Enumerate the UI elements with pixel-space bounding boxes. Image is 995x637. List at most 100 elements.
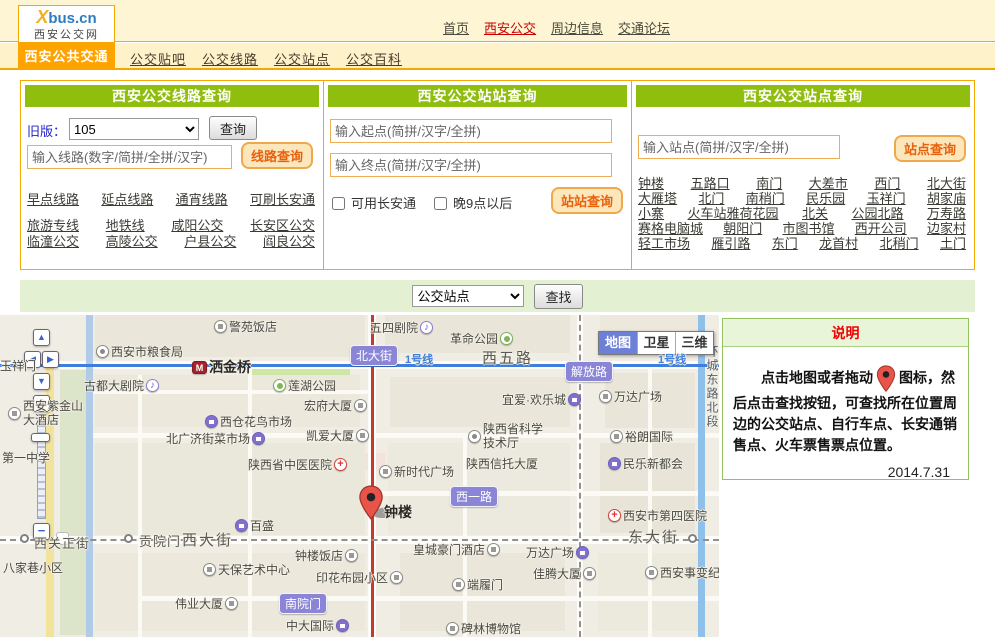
quick-link[interactable]: 户县公交 xyxy=(184,231,236,250)
gen-poi-icon xyxy=(452,578,465,591)
station-circle xyxy=(688,534,697,543)
quick-link[interactable]: 轻工市场 xyxy=(638,233,690,252)
quick-link[interactable]: 土门 xyxy=(940,233,966,252)
map-poi: 碑林博物馆 xyxy=(444,620,521,637)
quick-link[interactable]: 高陵公交 xyxy=(106,231,158,250)
map-poi-label: 万达广场 xyxy=(526,546,574,560)
top-nav-link[interactable]: 周边信息 xyxy=(551,21,603,36)
sub-nav-link[interactable]: 公交百科 xyxy=(346,52,402,67)
logo-buscn: bus.cn xyxy=(48,10,96,27)
zoom-slider-handle[interactable] xyxy=(31,433,50,442)
old-version-link[interactable]: 旧版： xyxy=(27,121,66,140)
stop-search-button[interactable]: 站点查询 xyxy=(894,135,966,162)
map-poi-label: 佳腾大厦 xyxy=(533,567,581,581)
line-select[interactable]: 105 xyxy=(69,118,199,140)
map-poi-label: 玉祥门 xyxy=(0,359,36,373)
line-search-button[interactable]: 线路查询 xyxy=(241,142,313,169)
top-nav-link[interactable]: 交通论坛 xyxy=(618,21,670,36)
road-name-badge: 南院门 xyxy=(279,593,327,614)
map-type-button[interactable]: 地图 xyxy=(599,332,637,354)
map-poi: 百盛 xyxy=(233,517,274,534)
site-logo[interactable]: Xbus.cn 西安公交网 xyxy=(18,5,115,43)
map-poi-label: 万达广场 xyxy=(614,390,662,404)
after-9pm-checkbox[interactable] xyxy=(434,197,447,210)
map-poi: 西仓花鸟市场 xyxy=(203,413,292,430)
map-toolbar: 公交站点 查找 xyxy=(20,280,975,312)
map-search-button[interactable]: 查找 xyxy=(534,284,582,309)
map-poi-label: 陕西信托大厦 xyxy=(466,457,538,471)
sub-nav-link[interactable]: 公交贴吧 xyxy=(130,52,186,67)
map-poi: 革命公园 xyxy=(450,330,515,347)
east-ring-road-label: 环城东路北段 xyxy=(704,345,719,429)
sub-nav-link[interactable]: 公交站点 xyxy=(274,52,330,67)
map-poi-label: 警苑饭店 xyxy=(229,320,277,334)
map-poi: 钟楼饭店 xyxy=(295,547,360,564)
sub-nav: 公交贴吧 公交线路 公交站点 公交百科 xyxy=(130,49,418,69)
map-poi-label: 洒金桥 xyxy=(209,359,251,375)
map-canvas[interactable]: 环城东路北段 ▲ ◀ ▶ ▼ + − 地图卫星三维 钟楼 警苑饭店五四剧院♪革命… xyxy=(0,315,719,637)
street-name: 西大街 xyxy=(182,529,233,550)
quick-link[interactable]: 东门 xyxy=(772,233,798,252)
stop-input[interactable] xyxy=(638,135,840,159)
pan-down-button[interactable]: ▼ xyxy=(33,373,50,390)
map-search-type-select[interactable]: 公交站点 xyxy=(412,285,524,307)
map-poi-label: 碑林博物馆 xyxy=(461,622,521,636)
map-poi: 伟业大厦 xyxy=(175,595,240,612)
panel-line-query: 西安公交线路查询 旧版： 105 查询 线路查询 早点线路 延点线路 通宵线路 可刷长… xyxy=(21,81,323,269)
after-9pm-label: 晚9点以后 xyxy=(453,196,512,211)
sub-nav-link[interactable]: 公交线路 xyxy=(202,52,258,67)
start-input[interactable] xyxy=(330,119,612,143)
pan-right-button[interactable]: ▶ xyxy=(42,351,59,368)
quick-link[interactable]: 北稍门 xyxy=(880,233,919,252)
map-poi: 陕西信托大厦 xyxy=(466,455,538,472)
map-poi: 莲湖公园 xyxy=(271,377,336,394)
quick-link[interactable]: 阎良公交 xyxy=(263,231,315,250)
shop-poi-icon xyxy=(336,619,349,632)
quick-link[interactable]: 临潼公交 xyxy=(27,231,79,250)
map-poi-label: 钟楼饭店 xyxy=(295,549,343,563)
road-name-badge: 北大街 xyxy=(350,345,398,366)
map-poi-label: 莲湖公园 xyxy=(288,379,336,393)
dot-poi-icon xyxy=(96,345,109,358)
tab-xian-public-transport[interactable]: 西安公共交通 xyxy=(18,43,115,70)
road-name-badge: 解放路 xyxy=(565,361,613,382)
hosp-poi-icon: + xyxy=(334,458,347,471)
changan-card-checkbox[interactable] xyxy=(332,197,345,210)
map-pin-marker[interactable] xyxy=(358,485,384,521)
quick-link[interactable]: 龙首村 xyxy=(819,233,858,252)
top-nav-link[interactable]: 首页 xyxy=(443,21,469,36)
legend-panel: 说明 点击地图或者拖动图标，然后点击查找按钮，可查找所在位置周边的公交站点、自行… xyxy=(722,318,969,480)
line-input[interactable] xyxy=(27,145,232,169)
map-poi-label: 印花布园小区 xyxy=(316,571,388,585)
legend-body: 点击地图或者拖动图标，然后点击查找按钮，可查找所在位置周边的公交站点、自行车点、… xyxy=(723,347,968,480)
park-poi-icon xyxy=(500,332,513,345)
legend-text-before: 点击地图或者拖动 xyxy=(761,370,873,386)
gen-poi-icon xyxy=(354,399,367,412)
s2s-options: 可用长安通晚9点以后 xyxy=(332,193,530,212)
map-poi: 第一中学 xyxy=(2,449,50,466)
quick-link[interactable]: 通宵线路 xyxy=(176,189,228,208)
dot-poi-icon xyxy=(468,430,481,443)
line-query-button[interactable]: 查询 xyxy=(209,116,257,140)
street-name: 西关正街 xyxy=(34,533,90,552)
map-poi: 万达广场 xyxy=(526,544,591,561)
end-input[interactable] xyxy=(330,153,612,177)
map-poi: 中大国际 xyxy=(286,617,351,634)
pan-up-button[interactable]: ▲ xyxy=(33,329,50,346)
pin-icon xyxy=(876,365,896,393)
shop-poi-icon xyxy=(608,457,621,470)
map-poi: 民乐新都会 xyxy=(606,455,683,472)
gen-poi-icon xyxy=(583,567,596,580)
s2s-search-button[interactable]: 站站查询 xyxy=(551,187,623,214)
map-road xyxy=(248,361,252,637)
quick-link[interactable]: 延点线路 xyxy=(101,189,153,208)
park-poi-icon xyxy=(273,379,286,392)
quick-link[interactable]: 可刷长安通 xyxy=(250,189,315,208)
top-nav-link[interactable]: 西安公交 xyxy=(484,21,536,36)
gen-poi-icon xyxy=(225,597,238,610)
panel-line-title: 西安公交线路查询 xyxy=(25,85,319,107)
map-poi: 宏府大厦 xyxy=(304,397,369,414)
map-poi-label: 八家巷小区 xyxy=(3,561,63,575)
quick-link[interactable]: 早点线路 xyxy=(27,189,79,208)
quick-link[interactable]: 雁引路 xyxy=(711,233,750,252)
